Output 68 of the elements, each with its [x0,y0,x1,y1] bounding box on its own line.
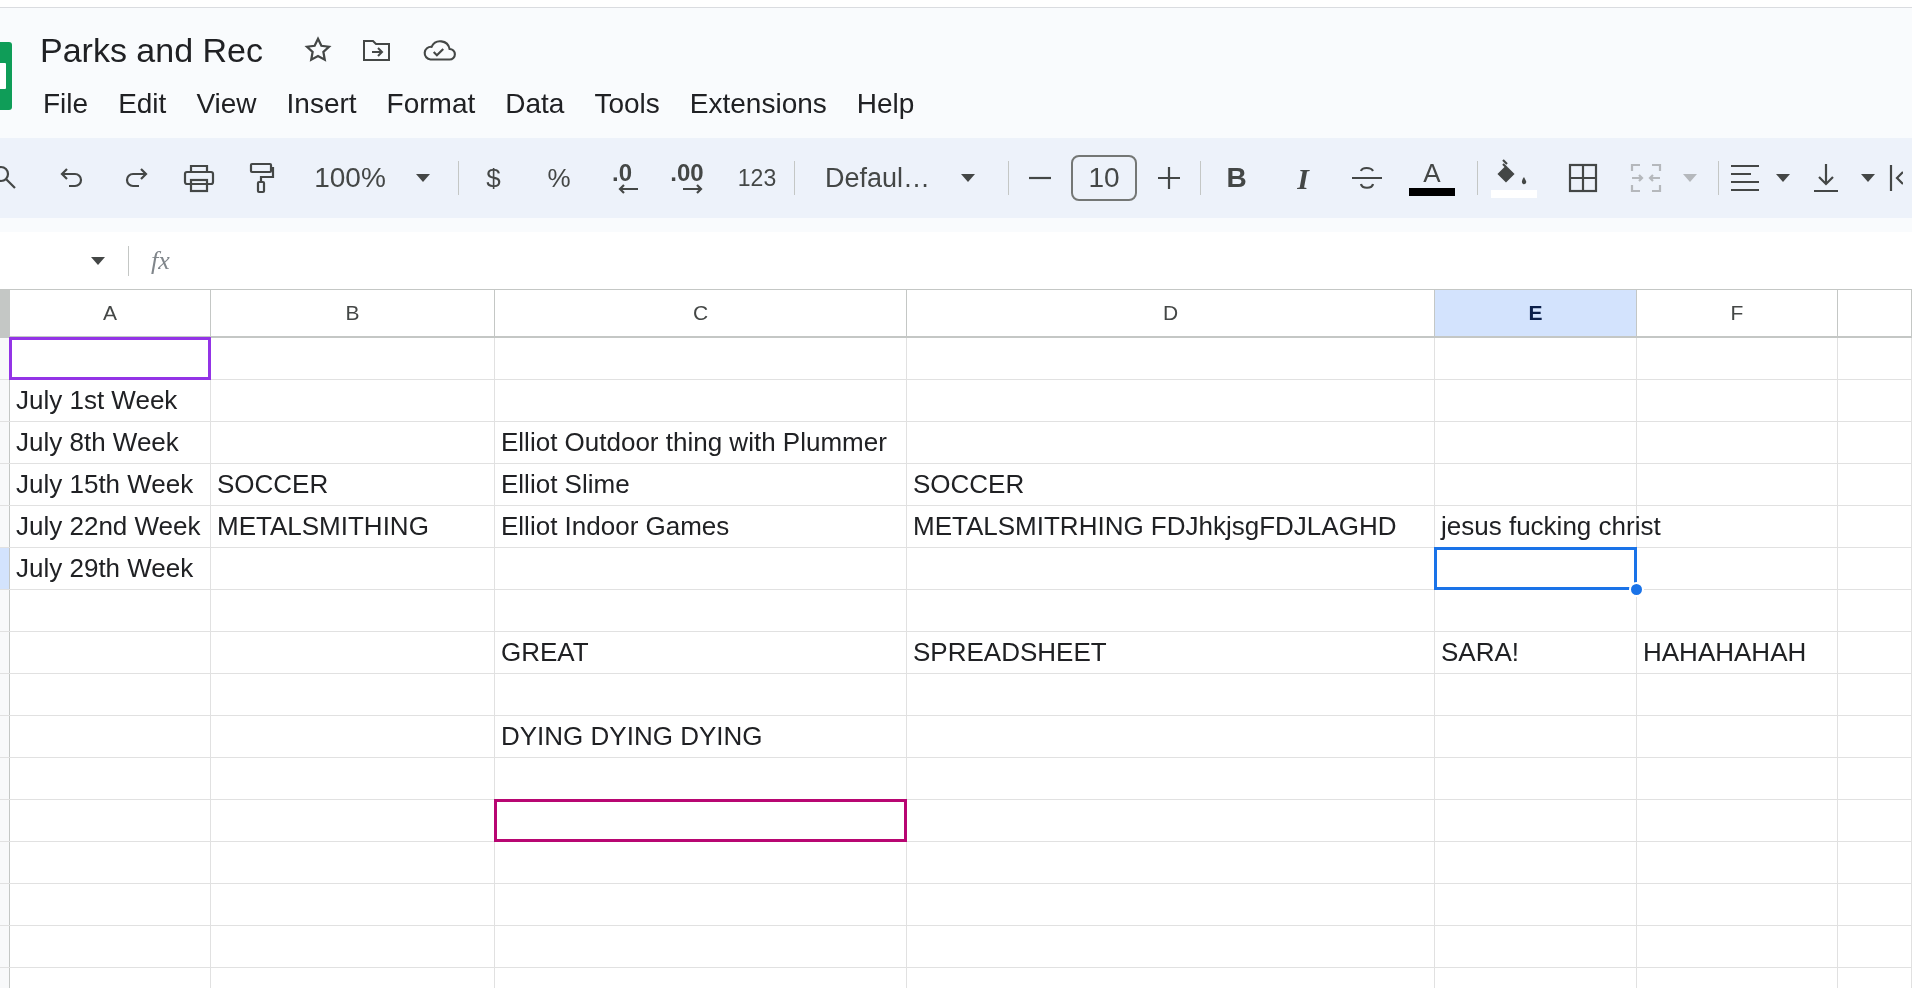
cell-text: July 15th Week [16,469,194,499]
cell-text: SPREADSHEET [913,637,1107,667]
italic-button[interactable]: I [1297,155,1309,201]
fill-handle[interactable] [1629,582,1644,597]
plus-icon[interactable] [1157,166,1181,190]
text-color-button[interactable]: A [1423,160,1441,186]
menu-item[interactable]: Tools [579,81,675,127]
cell-text: METALSMITRHING FDJhkjsgFDJLAGHD [913,511,1397,541]
dropdown-caret-icon[interactable] [960,173,976,183]
cell-text: Elliot Indoor Games [501,511,730,541]
text-wrap-icon[interactable] [1889,163,1903,193]
cell-text: July 22nd Week [16,511,201,541]
percent-button[interactable]: % [547,158,571,198]
menu-item[interactable]: Help [841,81,930,127]
cell-text: jesus fucking christ [1441,511,1661,541]
cell-text: METALSMITHING [217,511,429,541]
cell-text: SOCCER [913,469,1025,499]
number-format-button[interactable]: 123 [737,160,777,196]
menu-item[interactable]: Extensions [674,81,842,127]
undo-icon[interactable] [59,166,85,190]
redo-icon[interactable] [123,166,149,190]
paint-format-icon[interactable] [249,162,275,194]
left-arrow-icon[interactable] [617,184,639,194]
zoom-dropdown[interactable]: 100% [314,157,386,199]
font-size-field[interactable]: 10 [1071,155,1137,201]
formula-fx-label: fx [151,245,170,277]
print-icon[interactable] [183,163,215,193]
cell-text: Elliot Slime [501,469,630,499]
menu-item[interactable]: Edit [103,81,182,127]
dropdown-caret-icon[interactable] [1775,173,1791,183]
menu-item[interactable]: Data [490,81,580,127]
menu-item[interactable]: File [28,81,104,127]
font-dropdown[interactable]: Defaul… [825,157,931,199]
move-folder-icon[interactable] [361,37,393,63]
menu-item[interactable]: Insert [271,81,372,127]
cell-text: Elliot Outdoor thing with Plummer [501,427,887,457]
selected-cell-outline[interactable] [1434,547,1637,590]
cloud-check-icon[interactable] [421,37,457,63]
bold-button[interactable]: B [1226,157,1247,199]
cell-text: July 29th Week [16,553,194,583]
decrease-decimal-button[interactable]: .0 [612,162,632,184]
dropdown-caret-icon[interactable] [415,173,431,183]
align-left-icon[interactable] [1729,164,1760,192]
cell-text: HAHAHAHAH [1643,637,1807,667]
minus-icon[interactable] [1027,176,1052,180]
borders-icon[interactable] [1568,163,1598,193]
dropdown-caret-icon[interactable] [1860,173,1876,183]
merge-cells-icon[interactable] [1630,163,1662,193]
currency-button[interactable]: $ [486,158,501,198]
right-arrow-icon[interactable] [682,184,704,194]
sheets-logo-icon[interactable] [0,42,12,110]
cell-text: July 1st Week [16,385,178,415]
strikethrough-icon[interactable] [1351,164,1383,192]
menu-item[interactable]: View [181,81,272,127]
vertical-align-bottom-icon[interactable] [1813,163,1839,193]
cell-text: GREAT [501,637,589,667]
row-header[interactable] [0,338,10,379]
menu-item[interactable]: Format [371,81,491,127]
cell-text: July 8th Week [16,427,179,457]
search-icon[interactable] [0,165,18,191]
cell-text: SARA! [1441,637,1520,667]
column-header[interactable]: E [1435,290,1637,336]
text-color-bar [1409,188,1455,196]
cell-text: SOCCER [217,469,329,499]
document-title[interactable]: Parks and Rec [40,24,263,76]
increase-decimal-button[interactable]: .00 [670,162,704,184]
cell-text: DYING DYING DYING [501,721,763,751]
dropdown-caret-icon[interactable] [90,255,106,266]
